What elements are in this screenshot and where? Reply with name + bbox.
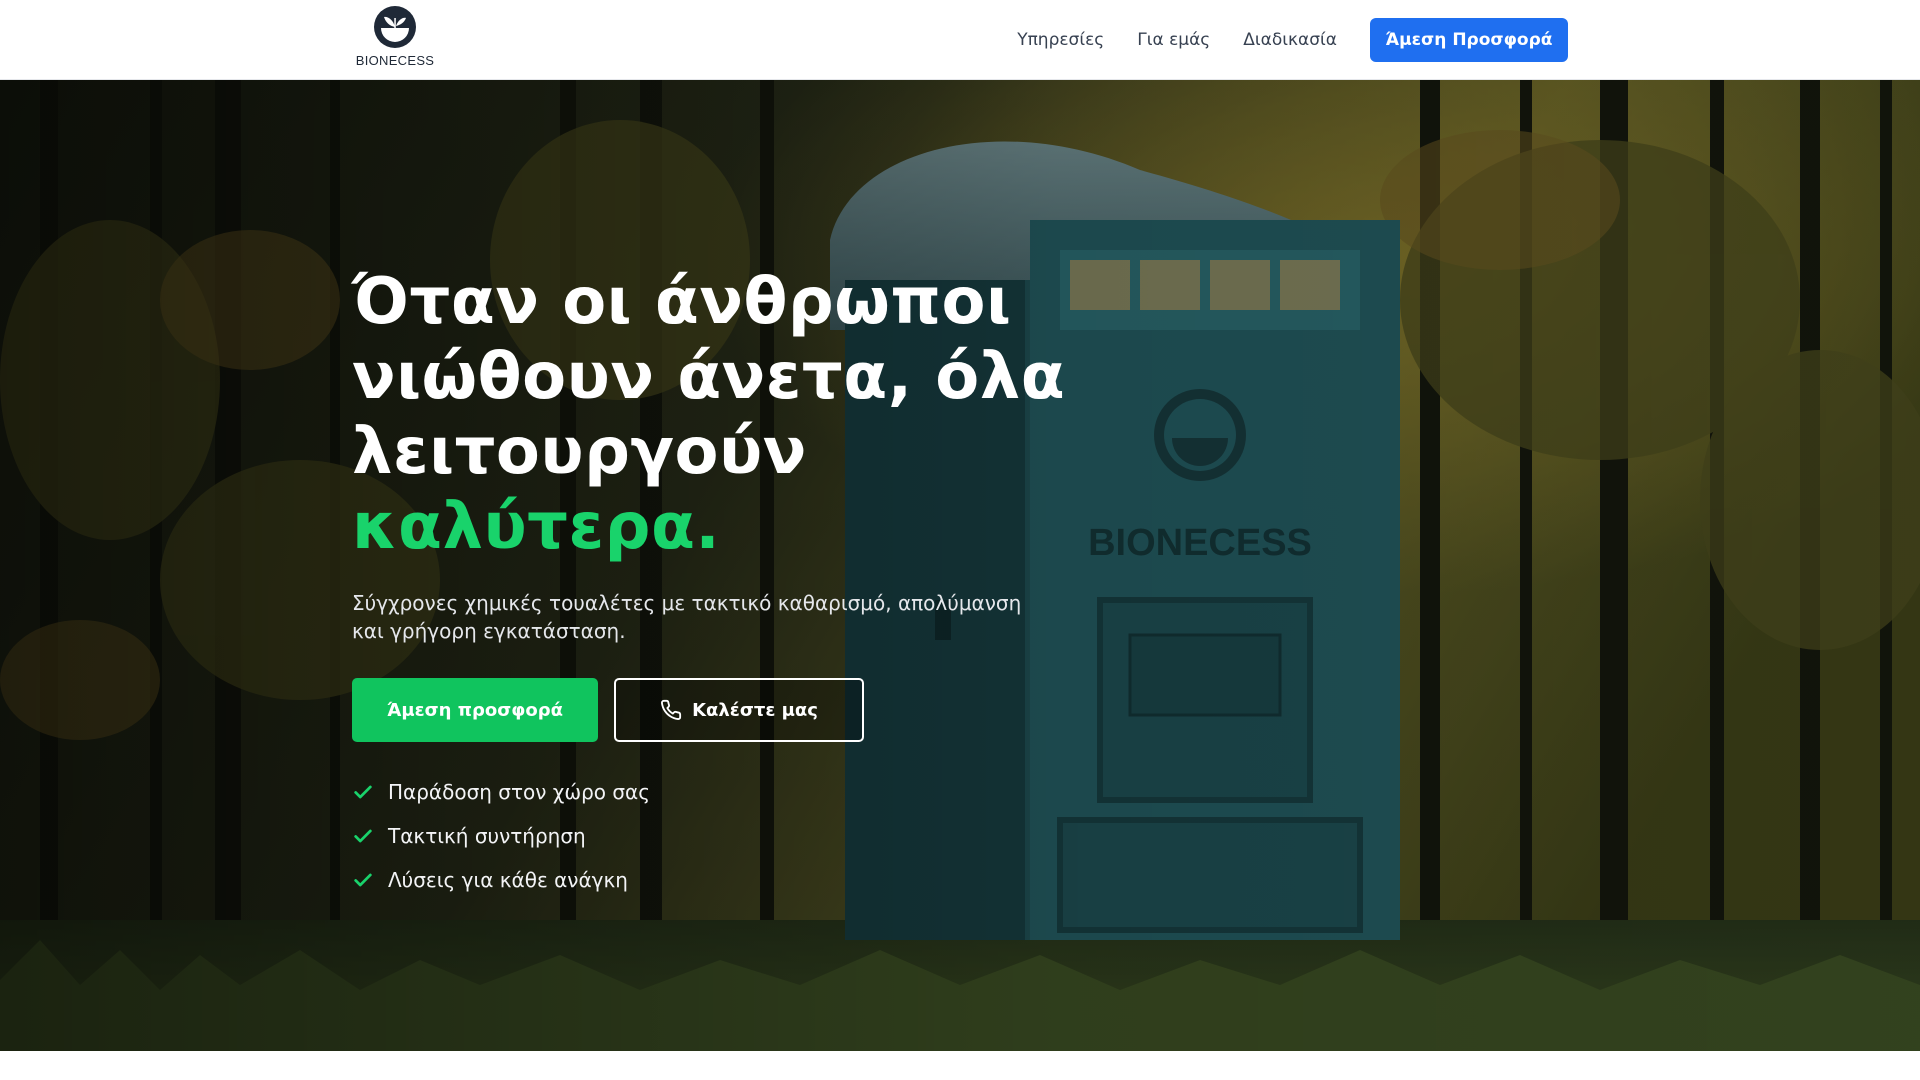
nav-item-process[interactable]: Διαδικασία — [1243, 30, 1337, 50]
feature-label: Λύσεις για κάθε ανάγκη — [388, 868, 628, 892]
hero-section: BIONECESS Όταν οι άνθρωποι νιώθουν άνετα… — [0, 80, 1920, 1051]
nav-item-about[interactable]: Για εμάς — [1137, 30, 1210, 50]
call-us-label: Καλέστε μας — [692, 699, 818, 721]
hero-headline: Όταν οι άνθρωποι νιώθουν άνετα, όλα λειτ… — [352, 265, 1152, 565]
quote-button[interactable]: Άμεση προσφορά — [352, 678, 598, 742]
logo-leaf-icon — [374, 6, 416, 48]
brand-name: BIONECESS — [355, 53, 435, 68]
nav-quote-button[interactable]: Άμεση Προσφορά — [1370, 18, 1568, 62]
site-header: BIONECESS Υπηρεσίες Για εμάς Διαδικασία … — [0, 0, 1920, 80]
list-item: Παράδοση στον χώρο σας — [352, 770, 1152, 814]
headline-line-2: νιώθουν άνετα, όλα — [352, 340, 1066, 414]
nav-item-services[interactable]: Υπηρεσίες — [1017, 30, 1104, 50]
hero-subtitle: Σύγχρονες χημικές τουαλέτες με τακτικό κ… — [352, 591, 1022, 643]
hero-content: Όταν οι άνθρωποι νιώθουν άνετα, όλα λειτ… — [352, 265, 1152, 902]
check-icon — [354, 873, 372, 887]
check-icon — [354, 829, 372, 843]
headline-accent: καλύτερα. — [352, 490, 721, 564]
list-item: Τακτική συντήρηση — [352, 814, 1152, 858]
feature-label: Παράδοση στον χώρο σας — [388, 780, 650, 804]
call-us-button[interactable]: Καλέστε μας — [614, 678, 864, 742]
brand-logo[interactable]: BIONECESS — [353, 4, 437, 76]
main-nav: Υπηρεσίες Για εμάς Διαδικασία Άμεση Προσ… — [1017, 18, 1568, 62]
headline-line-3: λειτουργούν — [352, 415, 807, 489]
phone-icon — [661, 699, 682, 720]
check-icon — [354, 785, 372, 799]
feature-label: Τακτική συντήρηση — [388, 824, 586, 848]
hero-cta-row: Άμεση προσφορά Καλέστε μας — [352, 678, 1152, 742]
feature-list: Παράδοση στον χώρο σας Τακτική συντήρηση… — [352, 770, 1152, 902]
headline-line-1: Όταν οι άνθρωποι — [352, 265, 1012, 339]
list-item: Λύσεις για κάθε ανάγκη — [352, 858, 1152, 902]
